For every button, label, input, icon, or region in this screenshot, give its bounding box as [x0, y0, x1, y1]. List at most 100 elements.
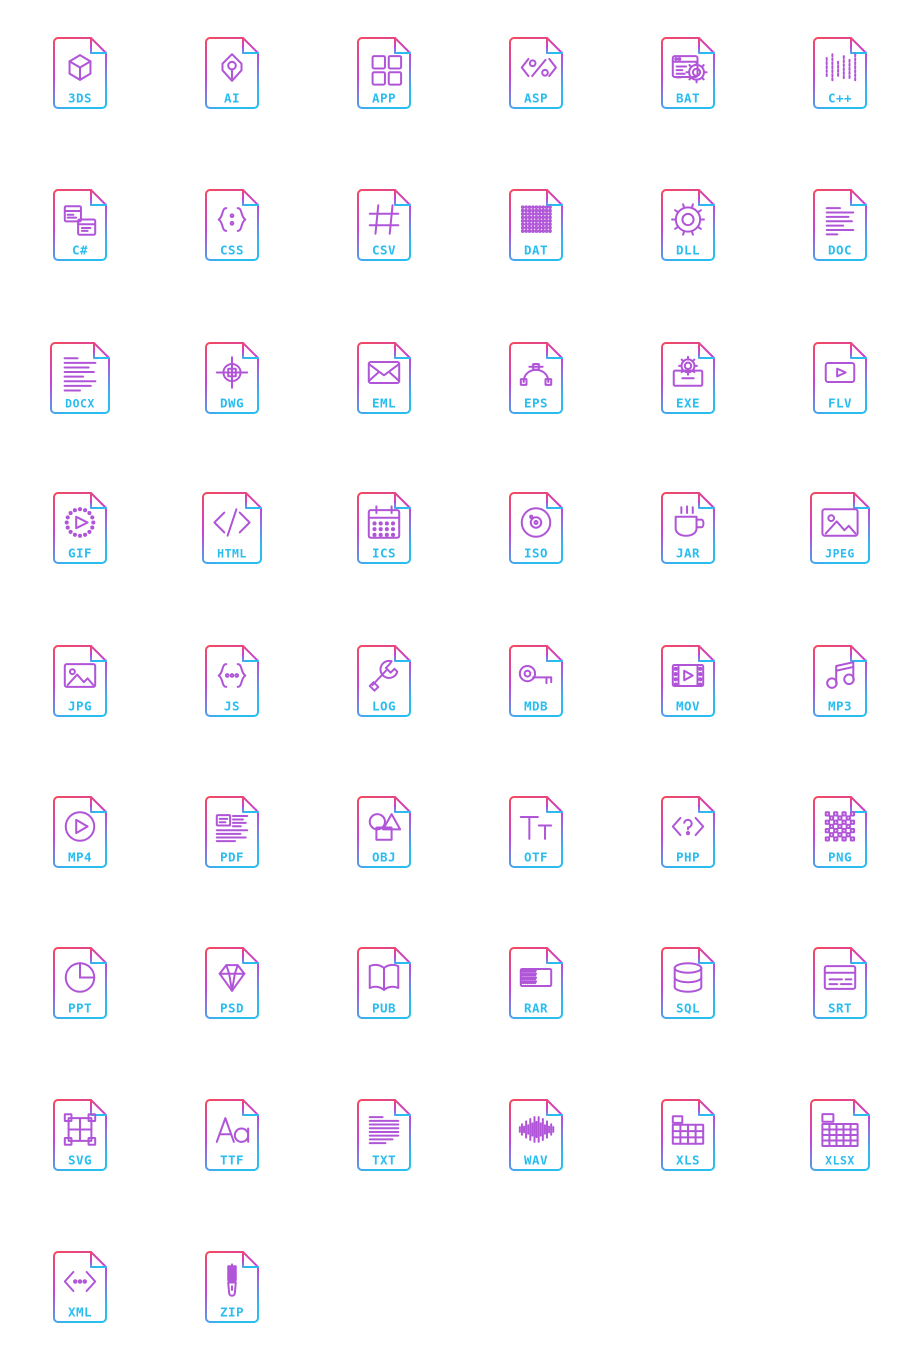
doc-columns-icon	[215, 814, 249, 843]
file-icon-css[interactable]: CSS	[156, 175, 308, 275]
play-dashed-icon	[64, 507, 96, 538]
file-icon-dll[interactable]: DLL	[612, 175, 764, 275]
file-type-label: JPG	[68, 699, 92, 714]
file-icon-xml[interactable]: XML	[4, 1237, 156, 1337]
file-icon-dwg[interactable]: DWG	[156, 328, 308, 428]
play-circle-icon	[64, 811, 96, 842]
file-icon-dat[interactable]: DAT	[460, 175, 612, 275]
file-icon-svg[interactable]: SVG	[4, 1085, 156, 1185]
file-icon-xlsx[interactable]: XLSX	[764, 1085, 916, 1185]
file-icon-svg: MP4	[53, 796, 107, 868]
code-tag-icon	[213, 508, 251, 537]
file-icon-flv[interactable]: FLV	[764, 328, 916, 428]
file-type-label: MOV	[676, 699, 700, 714]
file-type-label: ASP	[524, 91, 548, 106]
dot-matrix-icon	[520, 205, 552, 233]
gear-box-icon	[672, 355, 704, 387]
font-aa-icon	[215, 1117, 250, 1143]
file-icon-svg: ZIP	[205, 1251, 259, 1323]
file-icon-xls[interactable]: XLS	[612, 1085, 764, 1185]
file-icon-srt[interactable]: SRT	[764, 933, 916, 1033]
file-type-label: RAR	[524, 1001, 548, 1016]
file-icon-svg: XLSX	[810, 1099, 870, 1171]
file-icon-svg: MP3	[813, 645, 867, 717]
file-icon-eps[interactable]: EPS	[460, 328, 612, 428]
file-type-label: OBJ	[372, 850, 396, 865]
file-icon-ai[interactable]: AI	[156, 23, 308, 123]
file-icon-pub[interactable]: PUB	[308, 933, 460, 1033]
file-icon-obj[interactable]: OBJ	[308, 782, 460, 882]
file-icon-doc[interactable]: DOC	[764, 175, 916, 275]
file-icon-svg: 3DS	[53, 37, 107, 109]
file-icon-mp3[interactable]: MP3	[764, 631, 916, 731]
file-icon-svg: C#	[53, 189, 107, 261]
file-icon-svg: BAT	[661, 37, 715, 109]
file-icon-mdb[interactable]: MDB	[460, 631, 612, 731]
file-icon-zip[interactable]: ZIP	[156, 1237, 308, 1337]
file-icon-js[interactable]: JS	[156, 631, 308, 731]
file-icon-jar[interactable]: JAR	[612, 478, 764, 578]
image-mountain-icon	[63, 663, 97, 688]
file-icon-psd[interactable]: PSD	[156, 933, 308, 1033]
file-type-label: ZIP	[220, 1305, 244, 1320]
file-icon-gif[interactable]: GIF	[4, 478, 156, 578]
file-icon-html[interactable]: HTML	[156, 478, 308, 578]
file-type-label: SVG	[68, 1153, 92, 1168]
file-icon-php[interactable]: PHP	[612, 782, 764, 882]
file-icon-mp4[interactable]: MP4	[4, 782, 156, 882]
file-icon-asp[interactable]: ASP	[460, 23, 612, 123]
file-icon-exe[interactable]: EXE	[612, 328, 764, 428]
gear-icon	[671, 203, 705, 236]
image-mountain-icon	[821, 508, 859, 537]
file-icon-iso[interactable]: ISO	[460, 478, 612, 578]
file-icon-svg: PDF	[205, 796, 259, 868]
file-icon-svg: LOG	[357, 645, 411, 717]
vector-nodes-icon	[63, 1113, 97, 1146]
file-icon-svg: JAR	[661, 492, 715, 564]
file-icon-mov[interactable]: MOV	[612, 631, 764, 731]
file-icon-txt[interactable]: TXT	[308, 1085, 460, 1185]
play-rect-icon	[824, 361, 856, 384]
file-icon-otf[interactable]: OTF	[460, 782, 612, 882]
file-icon-png[interactable]: PNG	[764, 782, 916, 882]
file-icon-docx[interactable]: DOCX	[4, 328, 156, 428]
file-icon-ppt[interactable]: PPT	[4, 933, 156, 1033]
database-icon	[673, 962, 703, 993]
file-icon-svg: TXT	[357, 1099, 411, 1171]
file-icon-svg: PPT	[53, 947, 107, 1019]
app-grid-icon	[371, 55, 403, 86]
file-type-label: PDF	[220, 850, 244, 865]
file-icon-c-[interactable]: C#	[4, 175, 156, 275]
file-type-label: ISO	[524, 546, 548, 561]
file-icon-eml[interactable]: EML	[308, 328, 460, 428]
file-type-label: MDB	[524, 699, 548, 714]
subtitle-box-icon	[823, 965, 857, 990]
file-icon-sql[interactable]: SQL	[612, 933, 764, 1033]
file-icon-svg: GIF	[53, 492, 107, 564]
file-icon-bat[interactable]: BAT	[612, 23, 764, 123]
file-icon-3ds[interactable]: 3DS	[4, 23, 156, 123]
file-icon-jpg[interactable]: JPG	[4, 631, 156, 731]
file-icon-app[interactable]: APP	[308, 23, 460, 123]
zipper-icon	[227, 1263, 237, 1297]
file-icon-svg: DOC	[813, 189, 867, 261]
file-icon-svg: XML	[53, 1251, 107, 1323]
file-icon-rar[interactable]: RAR	[460, 933, 612, 1033]
file-icon-svg: MDB	[509, 645, 563, 717]
file-icon-svg: SQL	[661, 947, 715, 1019]
file-icon-ics[interactable]: ICS	[308, 478, 460, 578]
file-type-label: BAT	[676, 91, 700, 106]
file-icon-ttf[interactable]: TTF	[156, 1085, 308, 1185]
file-icon-jpeg[interactable]: JPEG	[764, 478, 916, 578]
file-type-label: ICS	[372, 546, 396, 561]
file-icon-log[interactable]: LOG	[308, 631, 460, 731]
file-icon-svg: JS	[205, 645, 259, 717]
file-type-label: DLL	[676, 243, 700, 258]
file-icon-wav[interactable]: WAV	[460, 1085, 612, 1185]
file-icon-pdf[interactable]: PDF	[156, 782, 308, 882]
wrench-icon	[368, 659, 399, 692]
file-icon-c-[interactable]: C++	[764, 23, 916, 123]
file-type-label: EML	[372, 396, 396, 411]
file-type-label: APP	[372, 91, 396, 106]
file-icon-csv[interactable]: CSV	[308, 175, 460, 275]
